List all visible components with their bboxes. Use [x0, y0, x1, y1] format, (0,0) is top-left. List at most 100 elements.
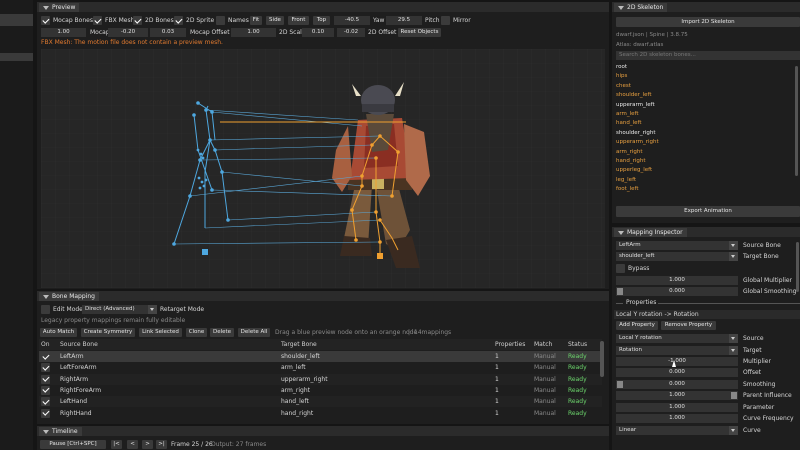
export-animation-button[interactable]: Export Animation: [616, 206, 800, 217]
smoothing-slider[interactable]: 0.000: [616, 380, 738, 389]
remove-property-button[interactable]: Remove Property: [661, 321, 716, 330]
viewport-svg[interactable]: [41, 49, 605, 288]
bone-list-item[interactable]: shoulder_right: [616, 129, 656, 138]
slider-grab[interactable]: [731, 392, 737, 399]
global-smoothing-slider[interactable]: 0.000: [616, 287, 738, 296]
bone-search-input[interactable]: Search 2D skeleton bones...: [616, 51, 800, 60]
bone-list-item[interactable]: hand_right: [616, 157, 646, 166]
create-symmetry-button[interactable]: Create Symmetry: [81, 328, 135, 337]
slider-grab[interactable]: [617, 381, 623, 388]
left-dock-tab-2[interactable]: [0, 53, 33, 61]
bypass-checkbox[interactable]: [616, 264, 625, 273]
mapping-inspector-tab[interactable]: Mapping Inspector: [614, 228, 687, 237]
preview-tab[interactable]: Preview: [39, 3, 80, 12]
delete-all-button[interactable]: Delete All: [238, 328, 270, 337]
row-enabled-checkbox[interactable]: [41, 385, 50, 395]
fbx-mesh-checkbox[interactable]: [93, 16, 102, 25]
bone-list-item[interactable]: hand_left: [616, 119, 642, 128]
next-frame-button[interactable]: >: [142, 440, 153, 449]
skeleton-2d-tab[interactable]: 2D Skeleton: [614, 3, 668, 12]
mocap-scale-input[interactable]: 1.00: [41, 28, 86, 37]
target-bone-select[interactable]: shoulder_left: [616, 252, 738, 261]
first-frame-button[interactable]: |<: [111, 440, 122, 449]
col-status[interactable]: Status: [568, 339, 587, 350]
left-dock-tab[interactable]: [0, 14, 33, 26]
table-row[interactable]: RightArm upperarm_right 1 Manual Ready: [39, 373, 602, 385]
last-frame-button[interactable]: >|: [156, 440, 167, 449]
table-scrollbar[interactable]: [600, 341, 604, 377]
property-source-select[interactable]: Local Y rotation: [616, 334, 738, 343]
curve-select[interactable]: Linear: [616, 426, 738, 435]
offset-input[interactable]: 0.000: [616, 368, 738, 377]
fit-button[interactable]: Fit: [250, 16, 262, 25]
bone-list-item[interactable]: chest: [616, 82, 631, 91]
preview-viewport[interactable]: [41, 49, 605, 288]
import-skeleton-button[interactable]: Import 2D Skeleton: [616, 17, 800, 27]
retarget-mode-select[interactable]: Direct (Advanced): [82, 305, 157, 314]
offset-label: Offset: [743, 369, 762, 376]
prev-frame-button[interactable]: <: [127, 440, 138, 449]
bone-list-item[interactable]: arm_left: [616, 110, 639, 119]
bone-list-item[interactable]: hips: [616, 72, 627, 81]
names-checkbox[interactable]: [216, 16, 225, 25]
row-enabled-checkbox[interactable]: [41, 352, 50, 361]
offset-2d-y-input[interactable]: -0.02: [337, 28, 365, 37]
pause-button[interactable]: Pause [Ctrl+SPC]: [40, 440, 106, 449]
front-button[interactable]: Front: [288, 16, 309, 25]
curve-frequency-input[interactable]: 1.000: [616, 414, 738, 423]
bone-list-item[interactable]: upperarm_left: [616, 101, 655, 110]
add-property-button[interactable]: Add Property: [616, 321, 658, 330]
property-list-item[interactable]: Local Y rotation -> Rotation: [614, 310, 800, 319]
source-bone-select[interactable]: LeftArm: [616, 241, 738, 250]
col-source-bone[interactable]: Source Bone: [60, 339, 98, 350]
mirror-checkbox[interactable]: [441, 16, 450, 25]
parameter-input[interactable]: 1.000: [616, 403, 738, 412]
row-enabled-checkbox[interactable]: [41, 374, 50, 384]
offset-2d-x-input[interactable]: 0.10: [302, 28, 334, 37]
clone-button[interactable]: Clone: [186, 328, 207, 337]
sprite-2d-checkbox[interactable]: [174, 16, 183, 25]
bone-list-item[interactable]: arm_right: [616, 148, 643, 157]
mocap-offset-x-input[interactable]: -0.20: [108, 28, 148, 37]
row-enabled-checkbox[interactable]: [41, 408, 50, 418]
bone-list-item[interactable]: upperleg_left: [616, 166, 652, 175]
slider-grab[interactable]: [617, 288, 623, 295]
bones-2d-checkbox[interactable]: [133, 16, 142, 25]
table-row[interactable]: RightHand hand_right 1 Manual Ready: [39, 407, 602, 419]
bone-list-scrollbar[interactable]: [795, 66, 798, 176]
col-target-bone[interactable]: Target Bone: [281, 339, 317, 350]
property-target-select[interactable]: Rotation: [616, 346, 738, 355]
edit-mode-checkbox[interactable]: [41, 305, 50, 314]
link-selected-button[interactable]: Link Selected: [139, 328, 182, 337]
mocap-bones-checkbox[interactable]: [41, 16, 50, 25]
reset-objects-button[interactable]: Reset Objects: [398, 28, 441, 37]
timeline-tab[interactable]: Timeline: [39, 427, 82, 436]
table-row[interactable]: LeftForeArm arm_left 1 Manual Ready: [39, 362, 602, 374]
auto-match-button[interactable]: Auto Match: [40, 328, 77, 337]
col-properties[interactable]: Properties: [495, 339, 525, 350]
top-button[interactable]: Top: [313, 16, 330, 25]
bone-list-item[interactable]: upperarm_right: [616, 138, 659, 147]
scale-2d-input[interactable]: 1.00: [231, 28, 276, 37]
global-multiplier-input[interactable]: 1.000: [616, 276, 738, 285]
col-on[interactable]: On: [41, 339, 50, 350]
yaw-input[interactable]: -40.5: [334, 16, 370, 25]
side-button[interactable]: Side: [266, 16, 284, 25]
bone-mapping-tab[interactable]: Bone Mapping: [39, 292, 99, 301]
bone-list-item[interactable]: root: [616, 63, 627, 72]
delete-button[interactable]: Delete: [210, 328, 234, 337]
bone-list-item[interactable]: shoulder_left: [616, 91, 652, 100]
bone-list-item[interactable]: leg_left: [616, 176, 636, 185]
col-match[interactable]: Match: [534, 339, 552, 350]
bone-list-item[interactable]: foot_left: [616, 185, 638, 194]
table-row[interactable]: LeftArm shoulder_left 1 Manual Ready: [39, 351, 602, 362]
parent-influence-slider[interactable]: 1.000: [616, 391, 738, 400]
table-row[interactable]: LeftHand hand_left 1 Manual Ready: [39, 396, 602, 408]
multiplier-input[interactable]: -1.000: [616, 357, 738, 366]
row-enabled-checkbox[interactable]: [41, 397, 50, 407]
table-row[interactable]: RightForeArm arm_right 1 Manual Ready: [39, 384, 602, 396]
row-enabled-checkbox[interactable]: [41, 363, 50, 373]
pitch-input[interactable]: 29.5: [386, 16, 422, 25]
inspector-scrollbar[interactable]: [796, 242, 799, 292]
mocap-offset-y-input[interactable]: 0.03: [150, 28, 186, 37]
